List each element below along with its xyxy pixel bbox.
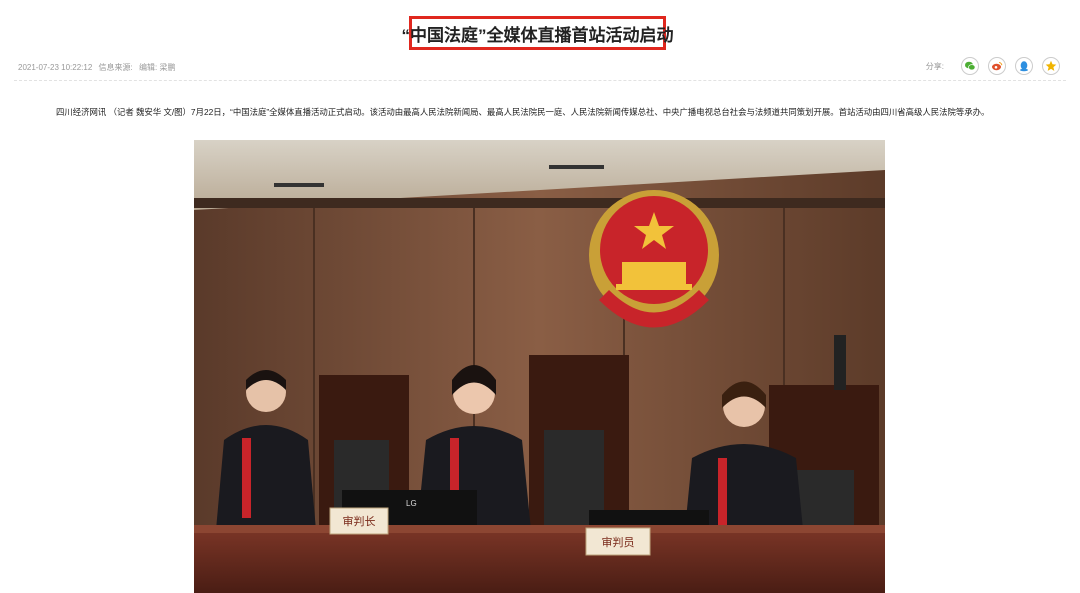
wechat-icon	[965, 61, 976, 71]
article-meta: 2021-07-23 10:22:12 信息来源: 编辑: 梁鹏	[18, 62, 179, 73]
header-divider	[14, 80, 1066, 81]
judges-bench	[194, 530, 885, 593]
share-bar: 分享:	[926, 57, 1060, 75]
favorite-star-icon	[1045, 60, 1057, 71]
svg-text:审判员: 审判员	[602, 535, 635, 549]
article-photo-courtroom: LG 审判长 审判员	[194, 140, 885, 593]
weibo-icon	[992, 61, 1003, 71]
article-title-highlight: “中国法庭”全媒体直播首站活动启动	[402, 16, 674, 50]
editor-label: 编辑: 梁鹏	[139, 63, 176, 72]
share-weibo-button[interactable]	[988, 57, 1006, 75]
nameplate-judge: 审判员	[585, 527, 651, 556]
nameplate-presiding-judge: 审判长	[329, 507, 389, 535]
share-wechat-button[interactable]	[961, 57, 979, 75]
qq-icon	[1020, 61, 1028, 72]
publish-date: 2021-07-23 10:22:12	[18, 63, 93, 72]
national-emblem	[589, 190, 719, 328]
share-label: 分享:	[925, 61, 944, 71]
article-title: “中国法庭”全媒体直播首站活动启动	[401, 25, 674, 45]
monitor-brand: LG	[406, 499, 417, 508]
source-label: 信息来源:	[98, 63, 133, 72]
share-favorite-button[interactable]	[1042, 57, 1060, 75]
share-qq-button[interactable]	[1015, 57, 1033, 75]
svg-text:审判长: 审判长	[343, 514, 376, 528]
article-lead-paragraph: 四川经济网讯 （记者 魏安华 文/图）7月22日，“中国法庭”全媒体直播活动正式…	[56, 107, 990, 117]
